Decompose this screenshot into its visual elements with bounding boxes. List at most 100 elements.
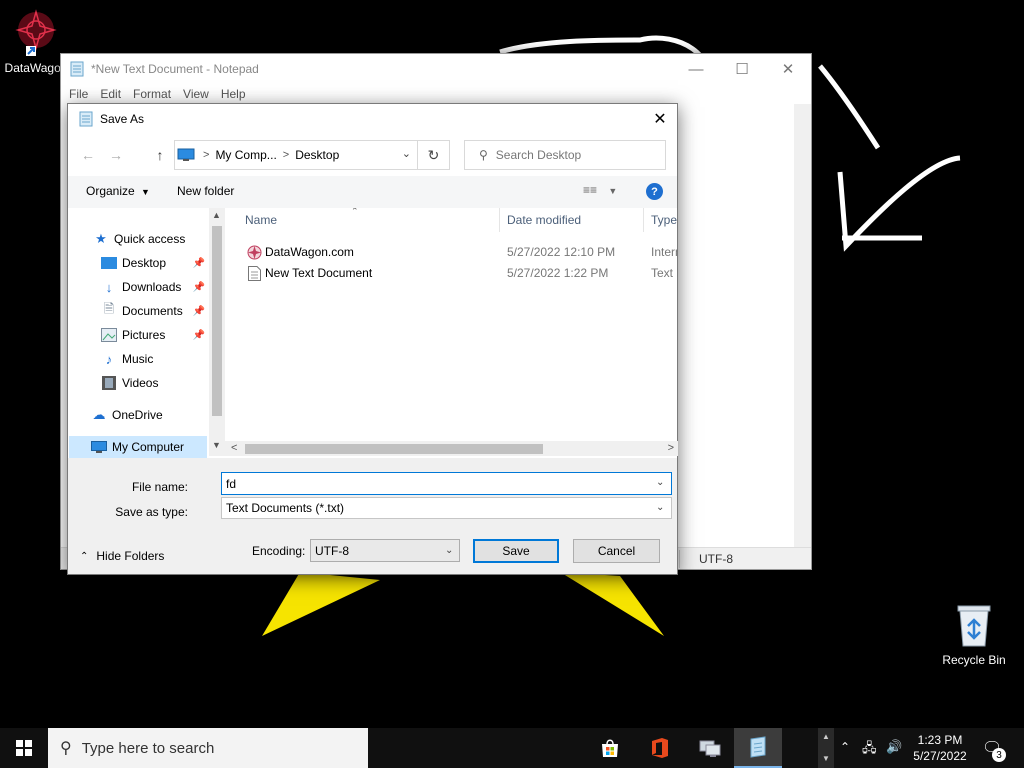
nav-item-label: Pictures <box>122 328 166 342</box>
menu-file[interactable]: File <box>65 87 96 101</box>
hide-folders-label: Hide Folders <box>96 549 165 563</box>
column-divider[interactable] <box>643 208 644 232</box>
column-header-date-modified[interactable]: Date modified <box>507 213 581 227</box>
chevron-down-icon[interactable]: ▼ <box>212 440 221 450</box>
forward-button[interactable]: → <box>106 145 126 165</box>
save-as-dialog: Save As ✕ ← → ↑ > My Comp... > Desktop ⌄… <box>67 103 678 575</box>
file-type: Intern <box>651 245 678 259</box>
video-icon <box>101 375 117 391</box>
column-header-type[interactable]: Type <box>651 213 677 227</box>
column-divider[interactable] <box>499 208 500 232</box>
show-hidden-icons-button[interactable]: ⌃ <box>840 740 850 754</box>
internet-shortcut-icon <box>246 244 262 260</box>
chevron-right-icon: > <box>203 149 210 161</box>
chevron-down-icon[interactable]: ⌄ <box>656 477 664 488</box>
start-button[interactable] <box>0 728 48 768</box>
file-name-label: File name: <box>131 480 188 494</box>
save-as-type-select[interactable]: Text Documents (*.txt) <box>221 497 672 519</box>
column-header-name[interactable]: Name <box>245 213 277 227</box>
music-icon: ♪ <box>105 351 113 367</box>
back-button[interactable]: ← <box>78 145 98 165</box>
encoding-select[interactable]: UTF-8 <box>310 539 460 562</box>
nav-item-desktop[interactable]: Desktop 📌 <box>69 252 207 274</box>
scrollbar-thumb[interactable] <box>212 226 222 416</box>
notepad-titlebar[interactable]: *New Text Document - Notepad — ☐ ✕ <box>61 54 811 84</box>
file-row-datawagon[interactable]: DataWagon.com 5/27/2022 12:10 PM Intern <box>225 242 678 262</box>
arrow-left-icon: ← <box>81 147 95 163</box>
nav-item-documents[interactable]: 🗎 Documents 📌 <box>69 300 207 322</box>
breadcrumb-my-computer[interactable]: My Comp... <box>215 148 276 162</box>
document-icon: 🗎 <box>103 301 115 316</box>
help-button[interactable]: ? <box>646 183 663 200</box>
nav-item-quick-access[interactable]: ★ Quick access <box>69 228 207 250</box>
nav-item-label: OneDrive <box>112 408 163 422</box>
menu-help[interactable]: Help <box>217 87 254 101</box>
up-button[interactable]: ↑ <box>150 145 170 165</box>
volume-icon[interactable]: 🔊 <box>886 739 902 755</box>
save-as-titlebar[interactable]: Save As ✕ <box>68 104 677 134</box>
navigation-pane-scrollbar[interactable]: ▲ ▼ <box>209 208 225 456</box>
hide-folders-button[interactable]: ⌃ Hide Folders <box>80 549 164 563</box>
chevron-up-icon: ⌃ <box>80 550 89 562</box>
file-name-input[interactable] <box>221 472 672 495</box>
search-input[interactable]: ⚲ Search Desktop <box>464 140 666 170</box>
chevron-down-icon[interactable]: ▼ <box>822 754 830 763</box>
pin-icon: 📌 <box>192 329 205 341</box>
cloud-icon: ☁ <box>92 407 106 422</box>
navigation-pane: ★ Quick access Desktop 📌 ↓ Downloads 📌 🗎… <box>69 208 225 458</box>
chevron-down-icon[interactable]: ⌄ <box>402 147 411 160</box>
maximize-button[interactable]: ☐ <box>719 54 765 84</box>
nav-item-my-computer[interactable]: My Computer <box>69 436 207 458</box>
save-button[interactable]: Save <box>473 539 559 563</box>
chevron-up-icon[interactable]: ▲ <box>822 732 830 741</box>
nav-item-onedrive[interactable]: ☁ OneDrive <box>69 404 207 426</box>
taskbar-app-network[interactable] <box>686 728 734 768</box>
chevron-left-icon[interactable]: < <box>231 442 237 454</box>
chevron-down-icon[interactable]: ⌄ <box>445 545 453 556</box>
taskbar-clock[interactable]: 1:23 PM 5/27/2022 <box>906 732 974 764</box>
desktop-icon-label: Recycle Bin <box>942 653 1006 667</box>
taskbar-app-office[interactable] <box>636 728 684 768</box>
menu-edit[interactable]: Edit <box>96 87 129 101</box>
nav-item-pictures[interactable]: Pictures 📌 <box>69 324 207 346</box>
file-list-horizontal-scrollbar[interactable]: < > <box>225 441 678 456</box>
new-folder-button[interactable]: New folder <box>177 184 234 198</box>
notepad-vertical-scrollbar[interactable] <box>794 104 811 547</box>
encoding-value: UTF-8 <box>315 544 349 558</box>
minimize-button[interactable]: — <box>673 54 719 84</box>
address-bar[interactable]: > My Comp... > Desktop ⌄ <box>174 140 418 170</box>
file-list: ⌃ Name Date modified Type DataWagon.com … <box>225 208 678 456</box>
taskbar-scroll[interactable]: ▲ ▼ <box>818 728 834 768</box>
taskbar-search-box[interactable]: ⚲ Type here to search <box>48 728 368 768</box>
taskbar-app-notepad[interactable] <box>734 728 782 768</box>
network-icon[interactable]: 🖧 <box>862 739 877 761</box>
chevron-up-icon[interactable]: ▲ <box>212 210 221 220</box>
menu-view[interactable]: View <box>179 87 217 101</box>
new-folder-label: New folder <box>177 184 235 198</box>
nav-item-downloads[interactable]: ↓ Downloads 📌 <box>69 276 207 298</box>
caret-down-icon: ▼ <box>141 187 150 197</box>
desktop-icon-recycle-bin[interactable]: Recycle Bin <box>938 602 1010 667</box>
pin-icon: 📌 <box>192 305 205 317</box>
nav-item-label: Desktop <box>122 256 167 270</box>
star-icon: ★ <box>95 231 107 246</box>
nav-item-videos[interactable]: Videos <box>69 372 207 394</box>
chevron-down-icon[interactable]: ⌄ <box>656 502 664 513</box>
taskbar-app-store[interactable] <box>586 728 634 768</box>
file-row-new-text-document[interactable]: New Text Document 5/27/2022 1:22 PM Text… <box>225 263 678 283</box>
view-options-button[interactable]: ≡≡ ▼ <box>583 183 617 197</box>
sort-ascending-icon: ⌃ <box>351 208 359 216</box>
nav-item-label: Documents <box>122 304 183 318</box>
close-button[interactable]: ✕ <box>765 54 811 84</box>
refresh-button[interactable]: ↻ <box>418 140 450 170</box>
cancel-button-label: Cancel <box>597 544 636 558</box>
nav-item-music[interactable]: ♪ Music <box>69 348 207 370</box>
cancel-button[interactable]: Cancel <box>573 539 660 563</box>
chevron-right-icon[interactable]: > <box>668 442 674 454</box>
save-options-panel: File name: ⌄ Save as type: Text Document… <box>68 458 677 574</box>
dialog-close-button[interactable]: ✕ <box>643 104 677 134</box>
menu-format[interactable]: Format <box>129 87 179 101</box>
organize-button[interactable]: Organize ▼ <box>86 184 150 198</box>
breadcrumb-desktop[interactable]: Desktop <box>295 148 339 162</box>
scrollbar-thumb[interactable] <box>245 444 543 454</box>
